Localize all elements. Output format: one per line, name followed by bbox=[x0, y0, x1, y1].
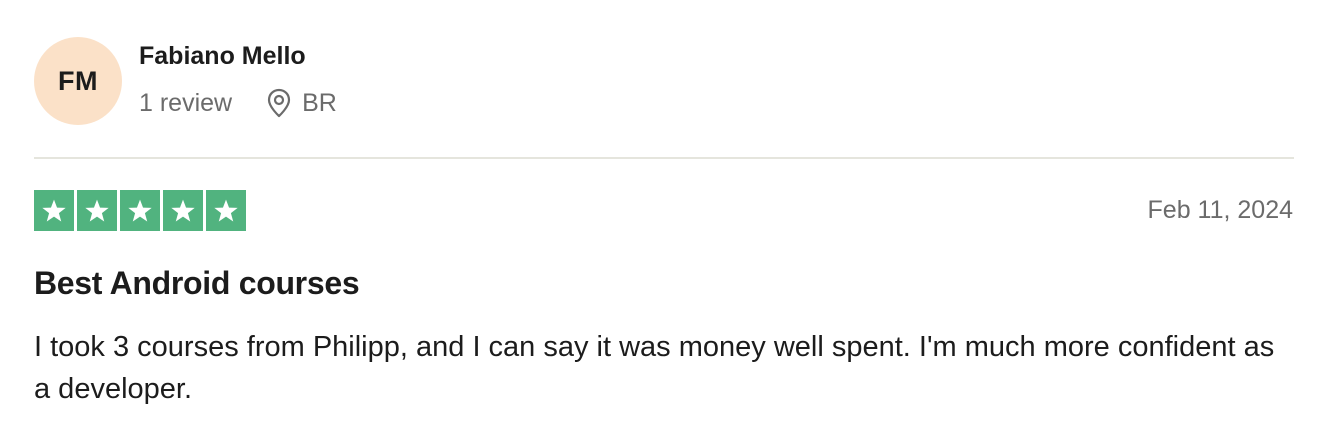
reviewer-location: BR bbox=[302, 88, 337, 117]
divider bbox=[34, 157, 1294, 159]
avatar[interactable]: FM bbox=[34, 37, 122, 125]
review-count: 1 review bbox=[139, 88, 233, 117]
map-pin-icon bbox=[266, 88, 292, 118]
review-card: FM Fabiano Mello 1 review BR Feb 11, 202… bbox=[0, 0, 1334, 428]
star-icon bbox=[206, 190, 246, 231]
star-icon bbox=[77, 190, 117, 231]
star-icon bbox=[163, 190, 203, 231]
star-icon bbox=[120, 190, 160, 231]
reviewer-name[interactable]: Fabiano Mello bbox=[139, 42, 306, 71]
review-body: I took 3 courses from Philipp, and I can… bbox=[34, 331, 1275, 405]
avatar-initials: FM bbox=[58, 65, 98, 96]
star-icon bbox=[34, 190, 74, 231]
review-date: Feb 11, 2024 bbox=[1147, 196, 1293, 224]
star-rating bbox=[34, 190, 246, 231]
review-title[interactable]: Best Android courses bbox=[34, 265, 360, 302]
reviewer-meta: 1 review BR bbox=[139, 86, 337, 120]
